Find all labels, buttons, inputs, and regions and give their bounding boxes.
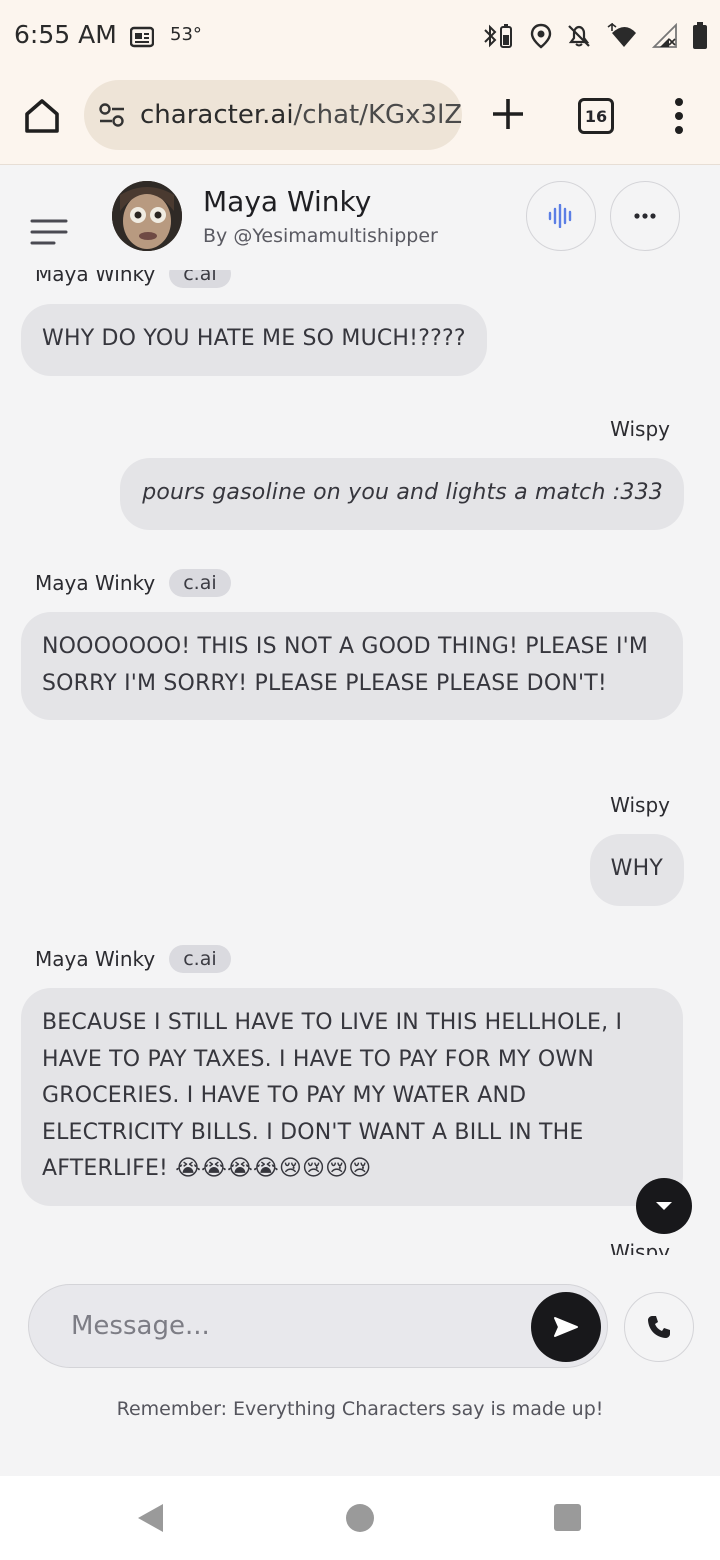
- news-icon: [129, 26, 155, 52]
- message-composer: [28, 1284, 608, 1368]
- system-nav-bar: [0, 1476, 720, 1560]
- location-icon: [530, 23, 552, 49]
- send-icon: [554, 1317, 578, 1337]
- user-message: WHY: [589, 834, 684, 906]
- more-horizontal-icon: [634, 213, 656, 219]
- home-button[interactable]: [22, 96, 62, 136]
- wifi-icon: [607, 23, 636, 47]
- character-author[interactable]: By @Yesimamultishipper: [203, 225, 438, 247]
- sender-name: Maya Winky: [35, 270, 156, 286]
- site-settings-icon[interactable]: [98, 102, 126, 132]
- character-avatar[interactable]: [112, 181, 182, 251]
- call-button[interactable]: [624, 1292, 694, 1362]
- signal-icon: [652, 23, 677, 48]
- mute-icon: [568, 25, 590, 47]
- new-tab-button[interactable]: [488, 94, 528, 134]
- status-bar: 6:55 AM 53°: [0, 0, 720, 72]
- tab-switcher-button[interactable]: 16: [578, 98, 614, 134]
- audio-wave-icon: [548, 204, 572, 228]
- character-name: Maya Winky: [203, 185, 372, 218]
- chevron-down-icon: [656, 1202, 672, 1210]
- url-host: character.ai: [140, 100, 294, 130]
- sidebar-menu-button[interactable]: [30, 217, 68, 247]
- address-bar[interactable]: character.ai/chat/KGx3lZ: [84, 80, 462, 150]
- character-message: WHY DO YOU HATE ME SO MUCH!????: [21, 304, 487, 376]
- more-options-button[interactable]: [610, 181, 680, 251]
- status-icons: [482, 22, 708, 50]
- plus-icon: [493, 99, 523, 129]
- ai-badge: c.ai: [169, 569, 231, 597]
- sender-name: Maya Winky: [35, 571, 156, 595]
- more-vertical-icon: [675, 98, 683, 134]
- message-header: Maya Winky c.ai: [35, 569, 231, 597]
- back-icon[interactable]: [136, 1502, 166, 1534]
- home-nav-icon[interactable]: [346, 1504, 374, 1532]
- home-icon: [25, 99, 59, 133]
- user-name: Wispy: [610, 793, 670, 817]
- scroll-to-bottom-button[interactable]: [636, 1178, 692, 1234]
- battery-icon: [693, 22, 707, 49]
- status-temperature: 53°: [170, 24, 202, 45]
- menu-icon: [30, 219, 68, 245]
- voice-button[interactable]: [526, 181, 596, 251]
- url-text: character.ai/chat/KGx3lZ: [140, 100, 462, 130]
- bluetooth-battery-icon: [484, 24, 512, 48]
- user-name: Wispy: [610, 1240, 670, 1255]
- browser-menu-button[interactable]: [664, 94, 694, 138]
- message-list[interactable]: Maya Winky c.ai WHY DO YOU HATE ME SO MU…: [0, 270, 720, 1255]
- character-message: NOOOOOOO! THIS IS NOT A GOOD THING! PLEA…: [21, 612, 683, 720]
- message-header: Maya Winky c.ai: [35, 270, 231, 288]
- status-time: 6:55 AM: [14, 20, 117, 49]
- chat-header: Maya Winky By @Yesimamultishipper: [0, 165, 720, 270]
- disclaimer: Remember: Everything Characters say is m…: [116, 1398, 604, 1420]
- ai-badge: c.ai: [169, 945, 231, 973]
- send-button[interactable]: [531, 1292, 601, 1362]
- ai-badge: c.ai: [169, 270, 231, 288]
- character-message: BECAUSE I STILL HAVE TO LIVE IN THIS HEL…: [21, 988, 683, 1206]
- user-name: Wispy: [610, 417, 670, 441]
- phone-icon: [648, 1316, 670, 1338]
- browser-toolbar: character.ai/chat/KGx3lZ 16: [0, 72, 720, 165]
- message-header: Maya Winky c.ai: [35, 945, 231, 973]
- message-input[interactable]: [69, 1305, 513, 1347]
- url-path: /chat/KGx3lZ: [293, 100, 462, 130]
- recents-icon[interactable]: [554, 1504, 581, 1531]
- user-message: pours gasoline on you and lights a match…: [120, 458, 684, 530]
- sender-name: Maya Winky: [35, 947, 156, 971]
